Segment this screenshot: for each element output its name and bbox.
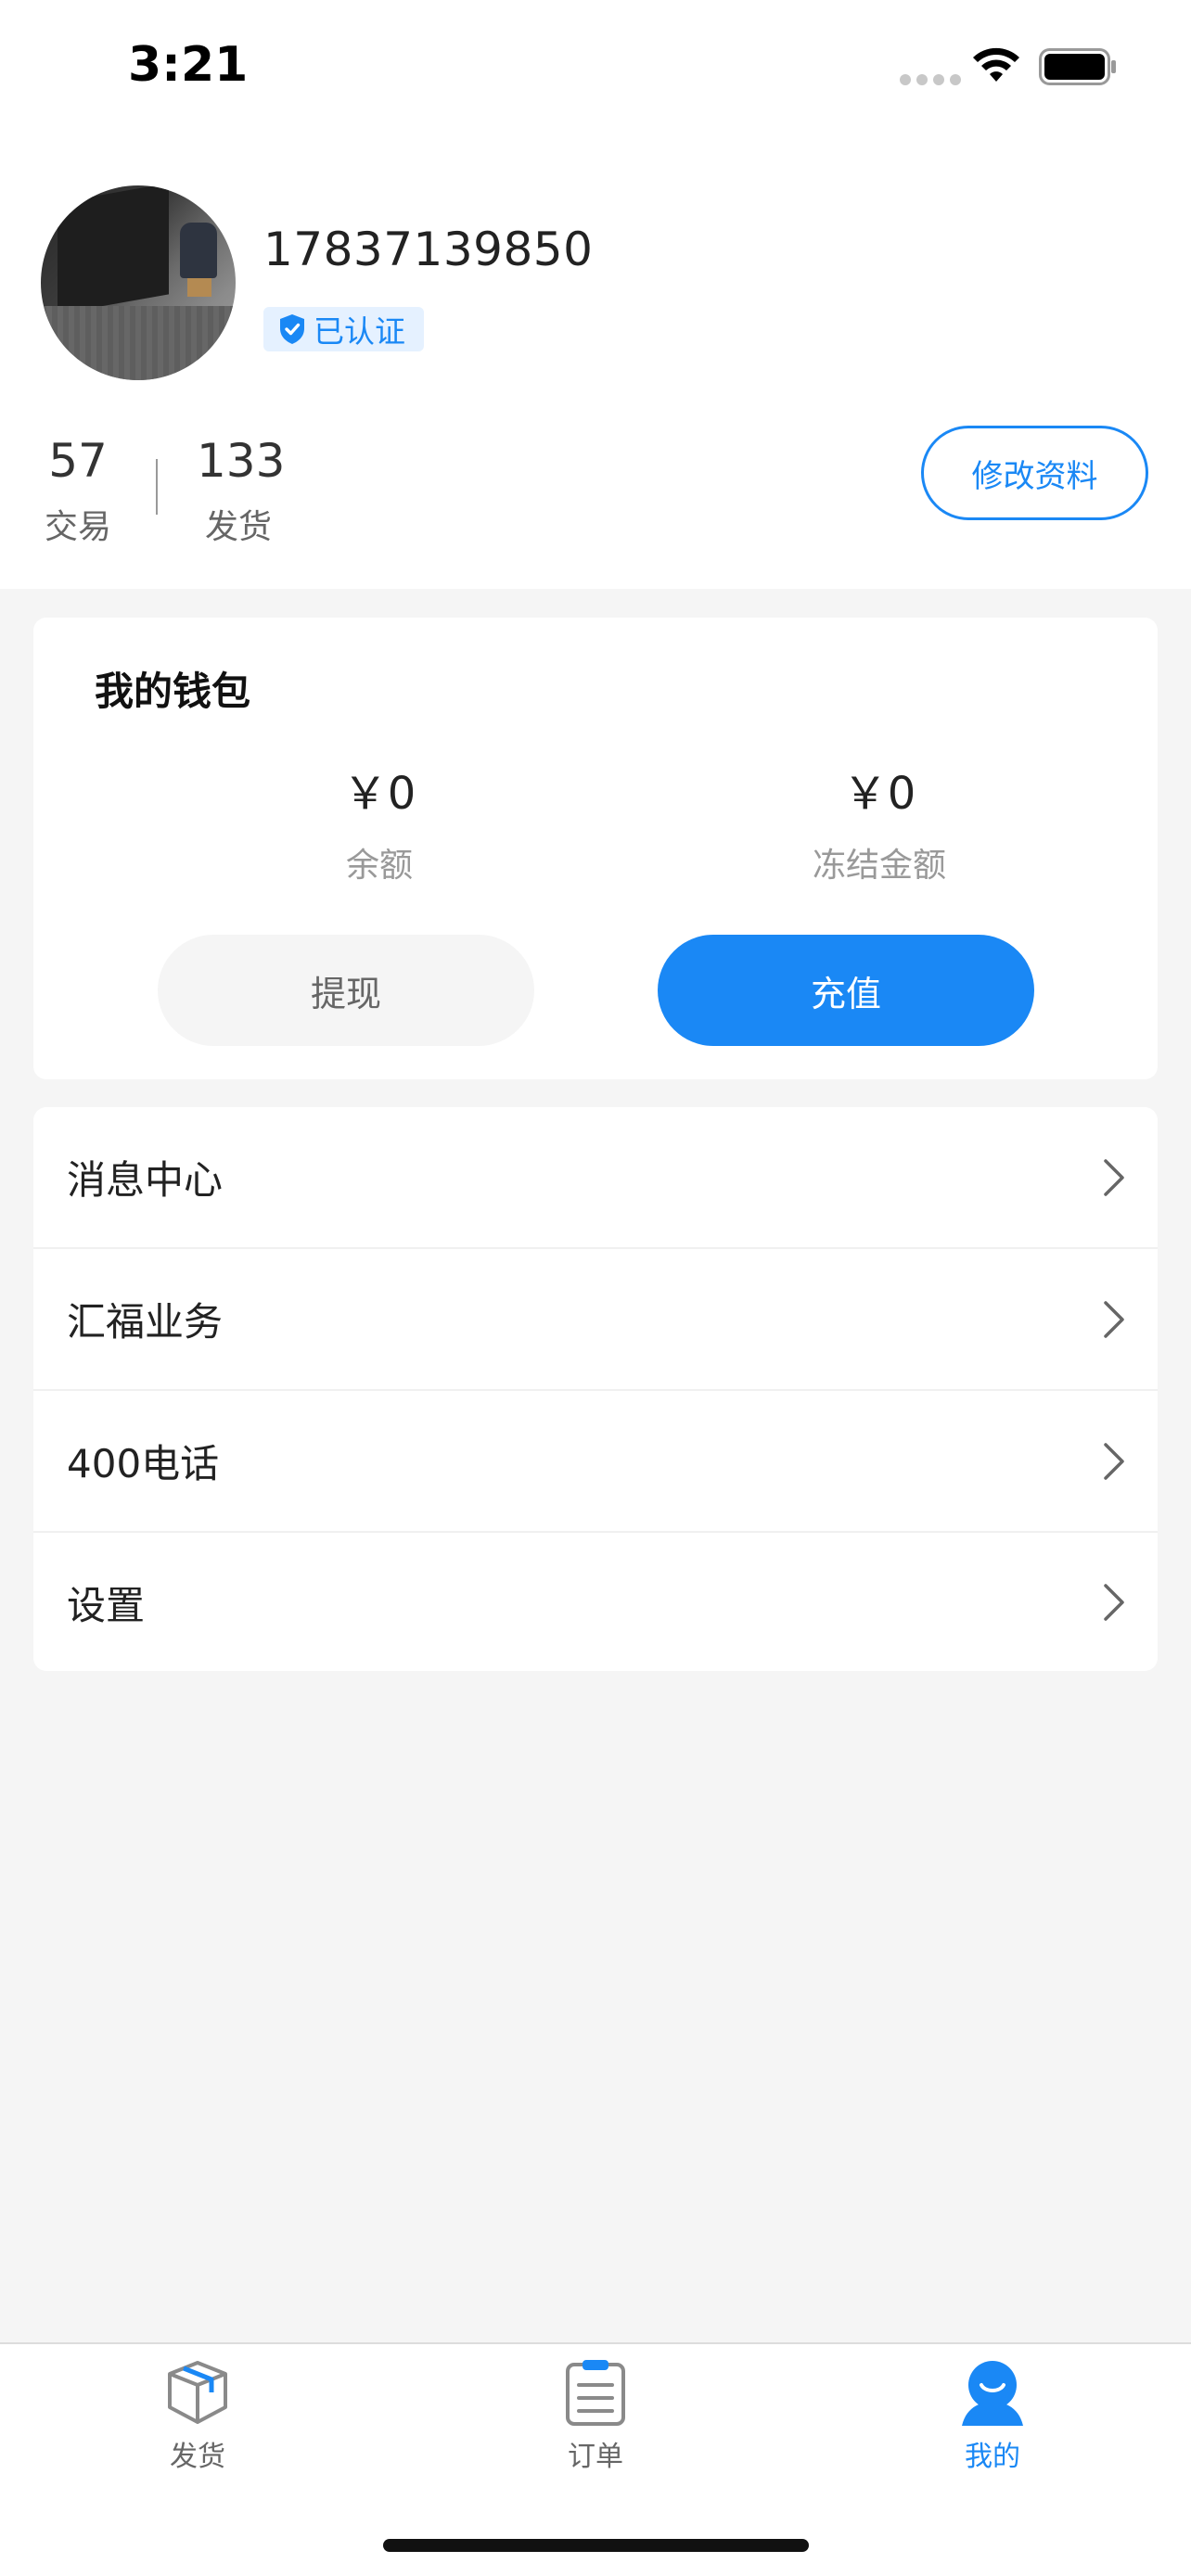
menu-item-label: 400电话	[67, 1441, 220, 1486]
frozen-amount: ￥0	[842, 768, 916, 820]
profile-header: 17837139850 已认证 57 交易 133 发货 修改资料	[0, 130, 1191, 589]
chevron-right-icon	[1104, 1584, 1124, 1621]
stat-shipments[interactable]: 133 发货	[197, 434, 286, 548]
chevron-right-icon	[1104, 1158, 1124, 1196]
avatar[interactable]	[41, 185, 236, 380]
app-screen: 3:21 17837139850 已认证 57 交易 133 发货 修改资料 我…	[0, 0, 1191, 2576]
chevron-right-icon	[1104, 1442, 1124, 1480]
stat-trades-value: 57	[48, 434, 108, 488]
status-bar: 3:21	[0, 0, 1191, 130]
balance-amount: ￥0	[342, 768, 416, 820]
home-indicator[interactable]	[383, 2539, 809, 2552]
balance-label: 余额	[345, 847, 413, 885]
recharge-button[interactable]: 充值	[658, 935, 1034, 1046]
cellular-dots-icon	[900, 74, 961, 85]
edit-profile-button[interactable]: 修改资料	[921, 426, 1148, 520]
tab-ship[interactable]: 发货	[105, 2357, 290, 2487]
menu-item-hotline[interactable]: 400电话	[33, 1391, 1158, 1533]
stat-shipments-label: 发货	[204, 508, 272, 546]
shield-check-icon	[280, 314, 304, 344]
tab-mine-label: 我的	[965, 2441, 1020, 2473]
balance-block: ￥0 余额	[222, 757, 537, 886]
menu-item-message-center[interactable]: 消息中心	[33, 1107, 1158, 1249]
stat-trades-label: 交易	[44, 508, 111, 546]
stat-divider	[156, 459, 158, 515]
wifi-icon	[973, 47, 1019, 82]
tab-orders-label: 订单	[568, 2441, 623, 2473]
stat-trades[interactable]: 57 交易	[41, 436, 115, 548]
tab-orders[interactable]: 订单	[503, 2357, 688, 2487]
menu-item-settings[interactable]: 设置	[33, 1533, 1158, 1671]
withdraw-button[interactable]: 提现	[158, 935, 534, 1046]
status-time: 3:21	[128, 37, 249, 93]
verified-label: 已认证	[314, 313, 405, 350]
stat-shipments-value: 133	[197, 434, 286, 488]
wallet-card: 我的钱包 ￥0 余额 ￥0 冻结金额 提现 充值	[33, 618, 1158, 1079]
verified-badge: 已认证	[263, 307, 424, 351]
box-icon	[168, 2361, 227, 2424]
chevron-right-icon	[1104, 1300, 1124, 1338]
battery-icon	[1039, 48, 1116, 85]
user-icon	[962, 2361, 1023, 2426]
menu-item-label: 汇福业务	[67, 1299, 224, 1345]
frozen-label: 冻结金额	[812, 847, 946, 885]
frozen-block: ￥0 冻结金额	[722, 757, 1037, 886]
menu-item-label: 消息中心	[67, 1157, 224, 1203]
menu-item-label: 设置	[67, 1582, 146, 1628]
tab-ship-label: 发货	[170, 2441, 225, 2473]
menu-item-huifu-business[interactable]: 汇福业务	[33, 1249, 1158, 1391]
menu-list: 消息中心 汇福业务 400电话 设置	[33, 1107, 1158, 1671]
clipboard-icon	[566, 2360, 625, 2426]
tab-mine[interactable]: 我的	[900, 2357, 1085, 2487]
wallet-title: 我的钱包	[95, 669, 251, 714]
user-phone-number: 17837139850	[263, 223, 594, 276]
